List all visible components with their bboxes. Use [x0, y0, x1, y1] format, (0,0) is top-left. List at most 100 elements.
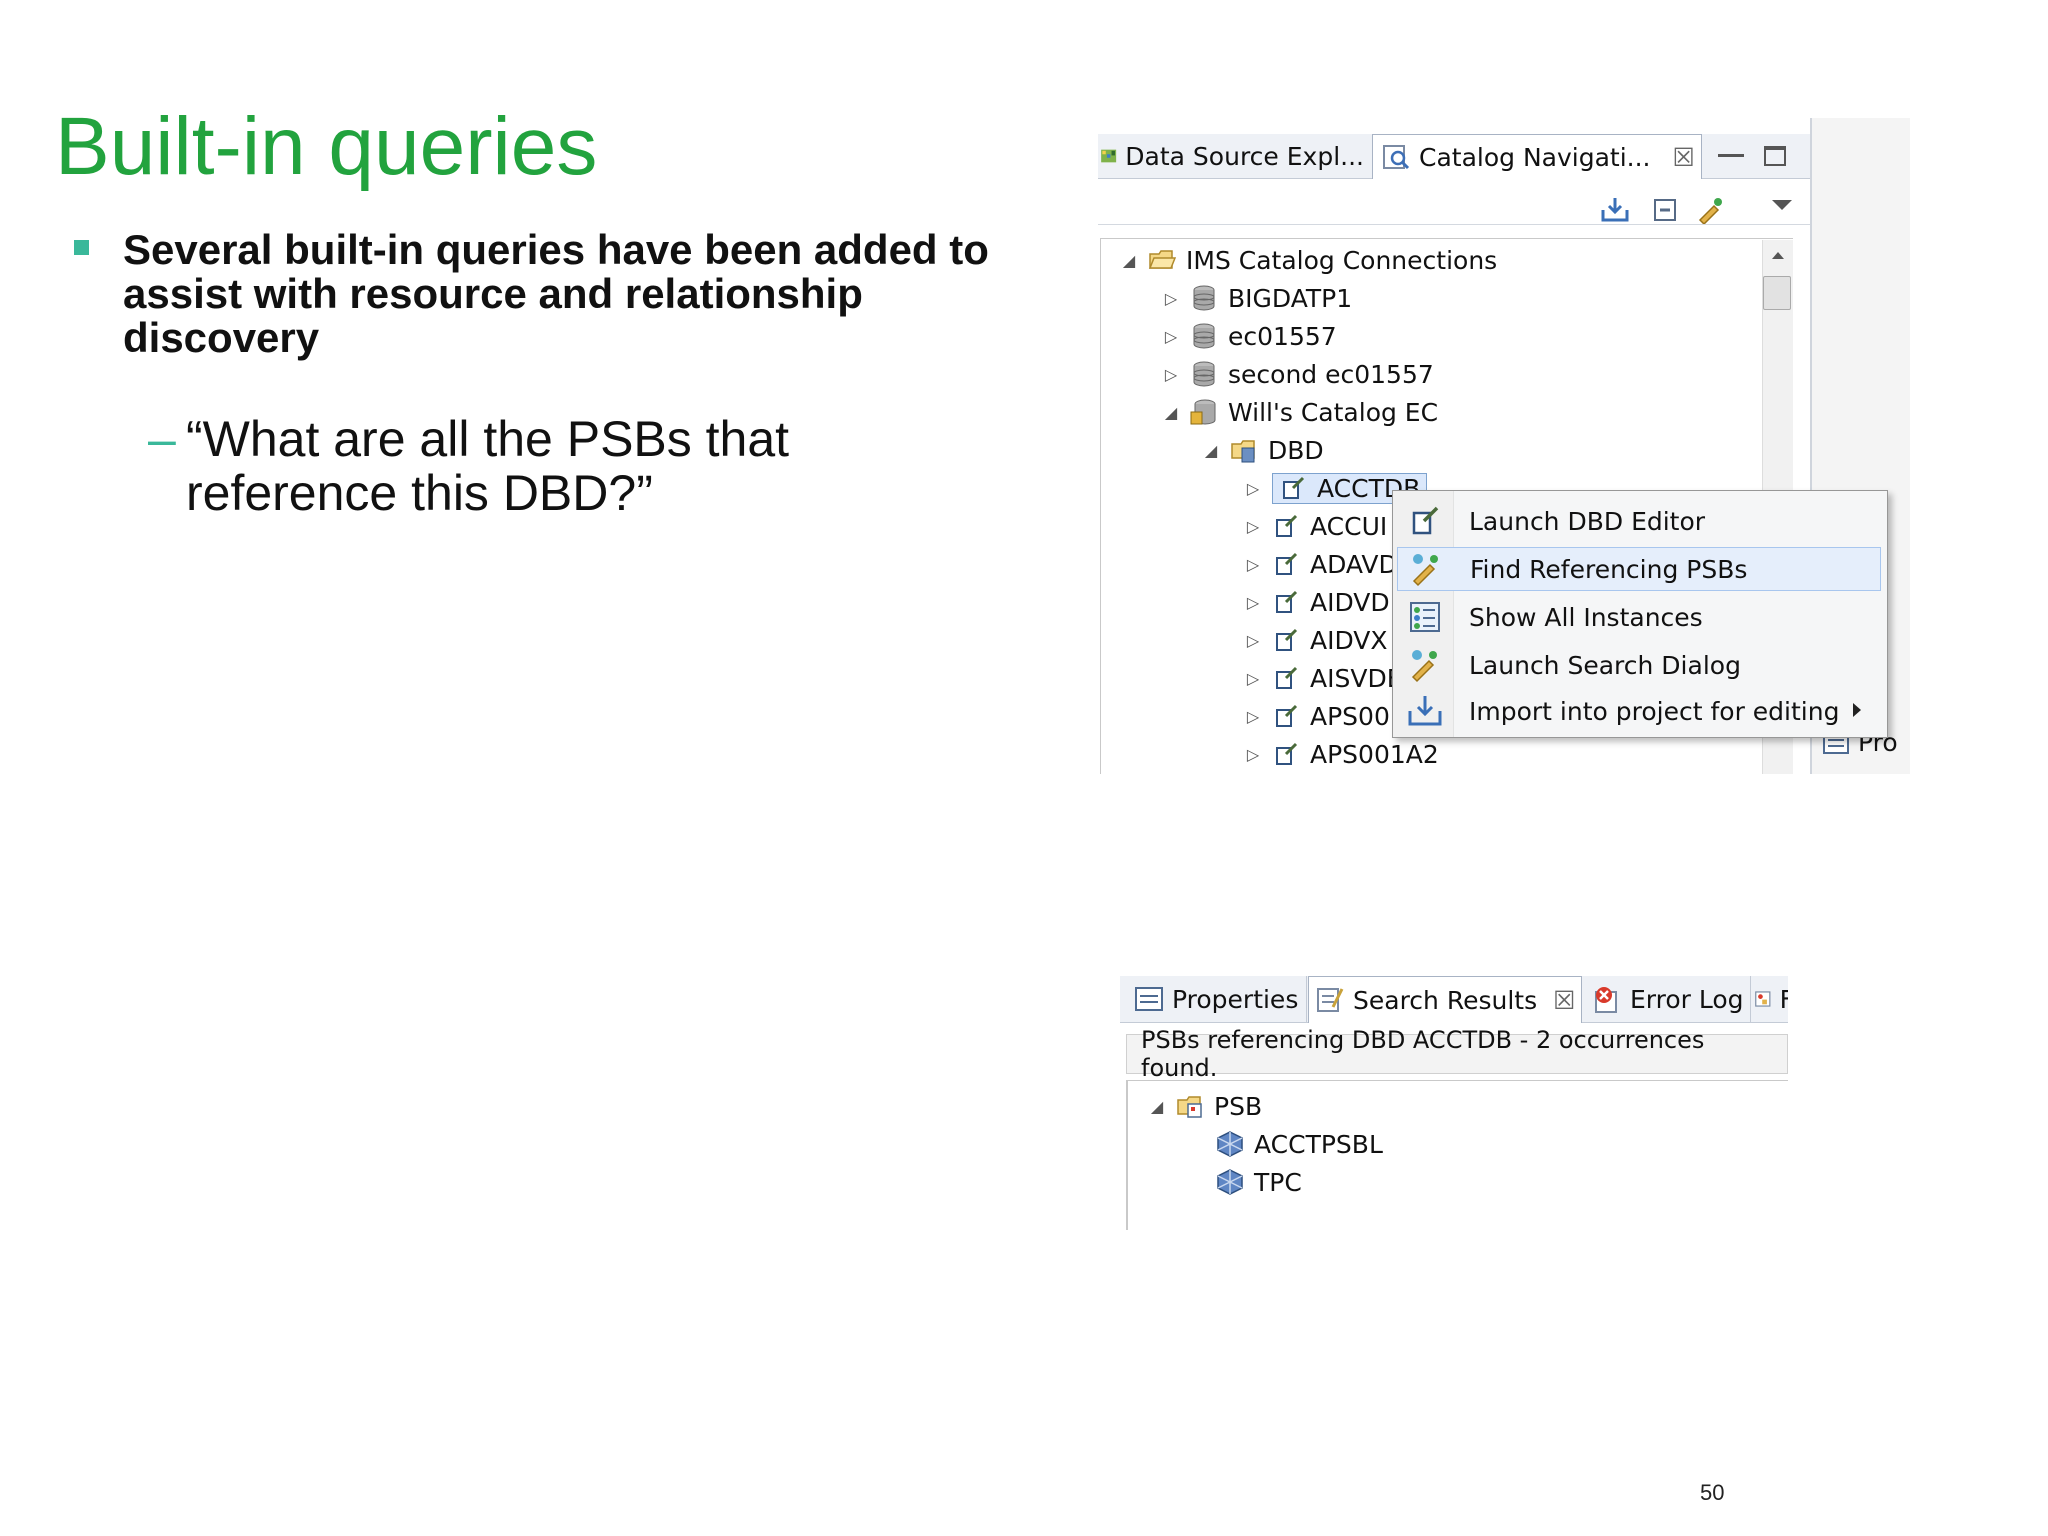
tab-catalog-navigator[interactable]: Catalog Navigati... ☒: [1372, 134, 1702, 179]
menu-item-label: Show All Instances: [1469, 602, 1703, 632]
dbd-icon: [1276, 742, 1298, 765]
tree-node-label: APS001A2: [1310, 739, 1439, 769]
dbd-icon: [1276, 590, 1298, 613]
sub-bullet-text: “What are all the PSBs that reference th…: [186, 411, 790, 521]
expanded-twisty-icon[interactable]: ◢: [1148, 1097, 1166, 1116]
tree-node-connection[interactable]: ▷ BIGDATP1: [1162, 280, 1352, 316]
close-tab-icon[interactable]: ☒: [1673, 143, 1695, 172]
sub-bullet-dash: –: [148, 411, 176, 467]
collapsed-twisty-icon[interactable]: ▷: [1244, 707, 1262, 726]
tree-node-connection[interactable]: ▷ second ec01557: [1162, 356, 1434, 392]
find-referencing-icon: [1412, 554, 1438, 587]
collapsed-twisty-icon[interactable]: ▷: [1244, 555, 1262, 574]
tab-label: Search Results: [1353, 985, 1538, 1015]
collapsed-twisty-icon[interactable]: ▷: [1244, 479, 1262, 498]
menu-item-label: Import into project for editing: [1469, 696, 1840, 726]
tree-node-dbd[interactable]: ▷ APS001: [1244, 698, 1406, 734]
tree-node-dbd[interactable]: ▷ ADAVD: [1244, 546, 1398, 582]
tab-properties[interactable]: Properties: [1126, 976, 1307, 1022]
tab-label: Catalog Navigati...: [1419, 142, 1651, 172]
tree-node-label: AISVDE: [1310, 663, 1403, 693]
search-dialog-icon: [1411, 650, 1437, 683]
tree-node-label: second ec01557: [1228, 359, 1434, 389]
menu-item-label: Launch Search Dialog: [1469, 650, 1741, 680]
tree-node-dbd[interactable]: ▷ APS001A2: [1244, 736, 1439, 772]
close-tab-icon[interactable]: ☒: [1553, 986, 1575, 1015]
tree-node-dbd[interactable]: ▷ AIDVX: [1244, 622, 1388, 658]
tree-node-label: DBD: [1268, 435, 1324, 465]
context-menu: Launch DBD Editor Find Referencing PSBs …: [1392, 490, 1888, 738]
tab-error-log[interactable]: Error Log: [1586, 976, 1751, 1022]
search-status-text: PSBs referencing DBD ACCTDB - 2 occurren…: [1126, 1026, 1788, 1082]
collapsed-twisty-icon[interactable]: ▷: [1244, 745, 1262, 764]
database-icon: [1193, 285, 1215, 311]
expanded-twisty-icon[interactable]: ◢: [1120, 251, 1138, 270]
menu-item-label: Find Referencing PSBs: [1470, 554, 1748, 584]
tab-label: F: [1779, 984, 1788, 1014]
collapsed-twisty-icon[interactable]: ▷: [1244, 593, 1262, 612]
menu-item-show-all-instances[interactable]: Show All Instances: [1397, 595, 1881, 639]
tree-node-dbd-folder[interactable]: ◢ DBD: [1202, 432, 1324, 468]
tree-node-dbd[interactable]: ▷ AIDVD: [1244, 584, 1390, 620]
dbd-icon: [1276, 628, 1298, 651]
data-source-icon: [1101, 149, 1117, 163]
collapsed-twisty-icon[interactable]: ▷: [1162, 327, 1180, 346]
menu-item-import-into-project[interactable]: Import into project for editing: [1397, 689, 1881, 733]
collapse-all-icon[interactable]: [1650, 196, 1680, 224]
tab-search-results[interactable]: Search Results ☒: [1308, 976, 1582, 1023]
view-menu-icon[interactable]: [1772, 200, 1792, 210]
tree-node-root[interactable]: ◢ IMS Catalog Connections: [1120, 242, 1497, 278]
tree-node-dbd[interactable]: ▷ AISVDE: [1244, 660, 1403, 696]
scrollbar-thumb[interactable]: [1763, 276, 1791, 310]
tree-node-label: BIGDATP1: [1228, 283, 1353, 313]
catalog-navigator-icon: [1383, 145, 1410, 170]
tree-node-connection[interactable]: ◢ Will's Catalog EC: [1162, 394, 1438, 430]
tree-node-psb-folder[interactable]: ◢ PSB: [1148, 1088, 1262, 1124]
menu-item-launch-search-dialog[interactable]: Launch Search Dialog: [1397, 643, 1881, 687]
expanded-twisty-icon[interactable]: ◢: [1162, 403, 1180, 422]
expanded-twisty-icon[interactable]: ◢: [1202, 441, 1220, 460]
tree-node-label: PSB: [1214, 1091, 1263, 1121]
tree-node-label: TPC: [1254, 1167, 1302, 1197]
search-results-icon: [1317, 988, 1344, 1012]
psb-icon: [1217, 1169, 1243, 1195]
search-results-panel: Properties Search Results ☒ Error Log F …: [1120, 968, 1788, 1230]
database-icon: [1193, 361, 1215, 387]
error-log-icon: [1595, 987, 1617, 1013]
menu-item-label: Launch DBD Editor: [1469, 506, 1706, 536]
tree-node-dbd[interactable]: ▷ ACCUI: [1244, 508, 1387, 544]
bullet-text: Several built-in queries have been added…: [123, 226, 989, 361]
tree-node-label: AIDVD: [1310, 587, 1390, 617]
import-icon: [1408, 696, 1442, 726]
tree-node-label: ec01557: [1228, 321, 1337, 351]
tree-node-label: ACCTPSBL: [1254, 1129, 1383, 1159]
collapsed-twisty-icon[interactable]: ▷: [1162, 289, 1180, 308]
tree-node-label: Will's Catalog EC: [1228, 397, 1439, 427]
dbd-folder-icon: [1231, 440, 1255, 463]
minimize-icon[interactable]: [1718, 144, 1744, 157]
psb-folder-icon: [1177, 1096, 1202, 1118]
tree-node-label: AIDVX: [1310, 625, 1388, 655]
database-icon: [1193, 323, 1215, 349]
tab-extra[interactable]: F: [1754, 976, 1788, 1022]
collapsed-twisty-icon[interactable]: ▷: [1244, 631, 1262, 650]
import-toolbar-icon[interactable]: [1600, 196, 1630, 224]
link-with-editor-icon[interactable]: [1696, 196, 1726, 224]
tree-node-label: ACCUI: [1310, 511, 1388, 541]
tree-node-connection[interactable]: ▷ ec01557: [1162, 318, 1337, 354]
psb-icon: [1217, 1131, 1243, 1157]
scroll-up-icon[interactable]: [1772, 252, 1784, 259]
dbd-editor-icon: [1412, 506, 1439, 535]
collapsed-twisty-icon[interactable]: ▷: [1162, 365, 1180, 384]
collapsed-twisty-icon[interactable]: ▷: [1244, 669, 1262, 688]
folder-open-icon: [1148, 250, 1176, 269]
menu-item-find-referencing-psbs[interactable]: Find Referencing PSBs: [1397, 547, 1881, 591]
maximize-icon[interactable]: [1764, 146, 1786, 166]
collapsed-twisty-icon[interactable]: ▷: [1244, 517, 1262, 536]
tree-node-psb[interactable]: ACCTPSBL: [1216, 1126, 1383, 1162]
slide-title: Built-in queries: [55, 101, 598, 192]
menu-item-launch-dbd-editor[interactable]: Launch DBD Editor: [1397, 499, 1881, 543]
dbd-icon: [1276, 552, 1298, 575]
tree-node-psb[interactable]: TPC: [1216, 1164, 1302, 1200]
tab-data-source-explorer[interactable]: Data Source Expl...: [1100, 134, 1364, 178]
